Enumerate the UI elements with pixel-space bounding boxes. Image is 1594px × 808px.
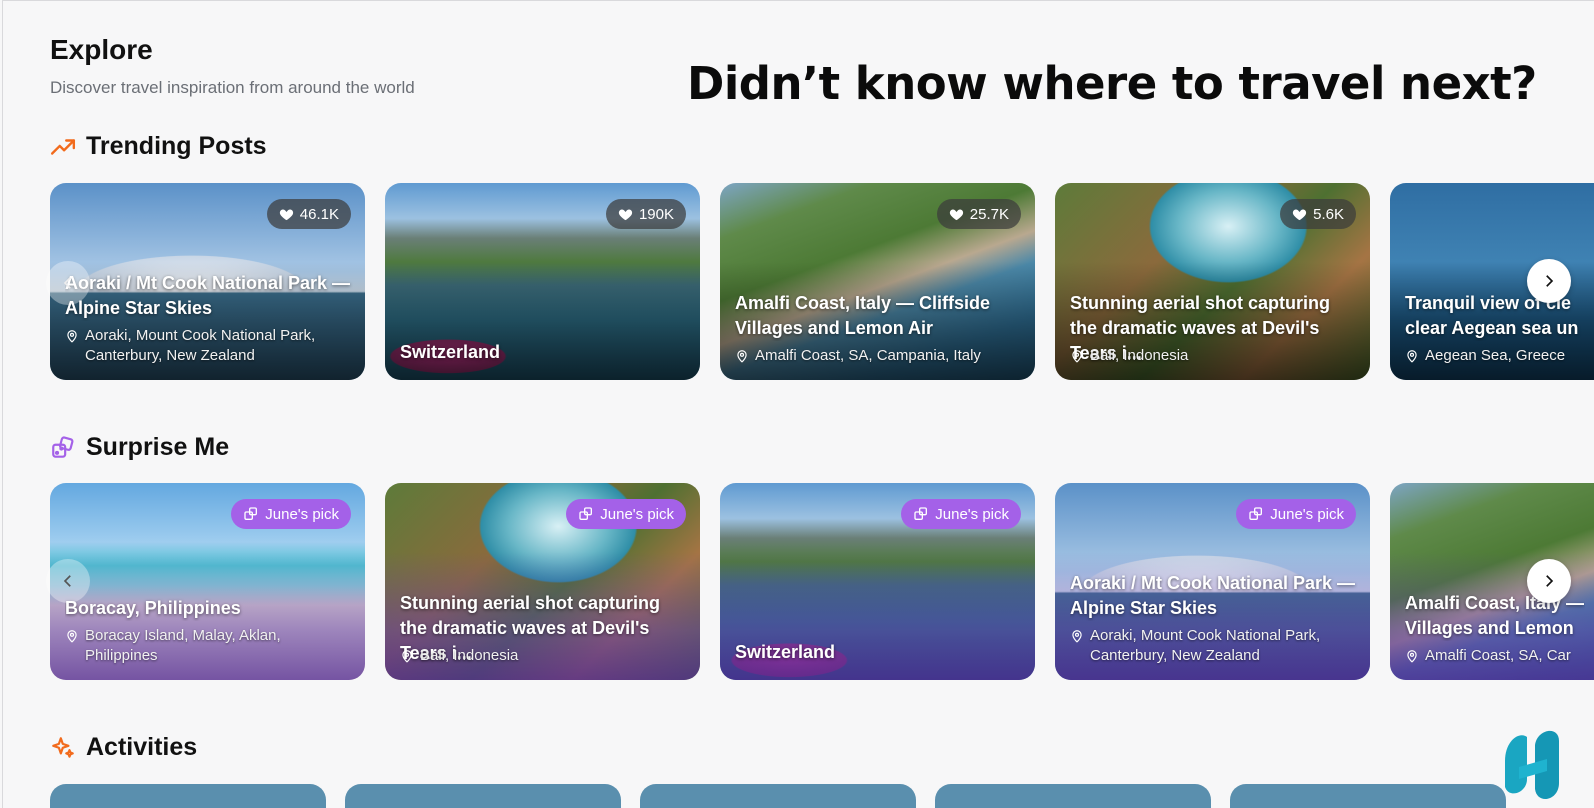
activities-section-title: Activities: [86, 733, 198, 761]
card-location-text: Bali, Indonesia: [420, 647, 519, 664]
explore-page: Explore Discover travel inspiration from…: [2, 0, 1594, 808]
dice-icon: [914, 507, 928, 520]
card-location: Amalfi Coast, SA, Car: [1405, 646, 1594, 666]
brand-logo-icon: [1505, 730, 1559, 800]
card-location: Aegean Sea, Greece: [1405, 346, 1594, 366]
carousel-next-button[interactable]: [1527, 259, 1571, 303]
surprise-section-header: Surprise Me: [50, 433, 229, 462]
card-title: Switzerland: [400, 342, 501, 362]
activity-card[interactable]: [345, 784, 621, 808]
pick-label: June's pick: [600, 505, 674, 523]
like-badge[interactable]: 190K: [605, 199, 686, 229]
chevron-right-icon: [1546, 575, 1554, 587]
trending-up-icon: [50, 138, 76, 155]
trending-carousel: 46.1K Aoraki / Mt Cook National Park — A…: [46, 183, 1594, 380]
like-count: 25.7K: [969, 205, 1009, 223]
card-title: Amalfi Coast, Italy — Cliffside Villages…: [735, 293, 991, 338]
trending-card[interactable]: 190K Switzerland: [385, 183, 700, 380]
card-location: Aoraki, Mount Cook National Park, Canter…: [1070, 626, 1358, 666]
card-location-text: Amalfi Coast, SA, Campania, Italy: [755, 347, 981, 364]
trending-card[interactable]: 46.1K Aoraki / Mt Cook National Park — A…: [50, 183, 365, 380]
pick-badge: June's pick: [231, 499, 351, 529]
chevron-left-icon: [63, 575, 71, 587]
card-location: Boracay Island, Malay, Aklan, Philippine…: [65, 626, 353, 666]
dice-icon: [1249, 507, 1263, 520]
like-count: 46.1K: [299, 205, 339, 223]
activity-card[interactable]: [640, 784, 916, 808]
heart-icon: [1293, 209, 1307, 220]
pick-label: June's pick: [265, 505, 339, 523]
heart-icon: [279, 209, 293, 220]
like-badge[interactable]: 5.6K: [1280, 199, 1356, 229]
card-location-text: Aoraki, Mount Cook National Park, Canter…: [85, 327, 316, 364]
card-title: Aoraki / Mt Cook National Park — Alpine …: [1070, 573, 1356, 618]
pick-badge: June's pick: [901, 499, 1021, 529]
map-pin-icon: [1072, 630, 1082, 643]
surprise-card[interactable]: June's pick Stunning aerial shot capturi…: [385, 483, 700, 680]
dice-icon: [244, 507, 258, 520]
dice-icon: [579, 507, 593, 520]
trending-card[interactable]: 25.7K Amalfi Coast, Italy — Cliffside Vi…: [720, 183, 1035, 380]
promo-headline: Didn’t know where to travel next?: [687, 57, 1537, 110]
chevron-right-icon: [1546, 275, 1554, 287]
map-pin-icon: [67, 330, 77, 343]
carousel-next-button[interactable]: [1527, 559, 1571, 603]
pick-badge: June's pick: [566, 499, 686, 529]
pick-badge: June's pick: [1236, 499, 1356, 529]
surprise-section-title: Surprise Me: [86, 433, 230, 461]
map-pin-icon: [67, 630, 77, 643]
card-location-text: Aoraki, Mount Cook National Park, Canter…: [1090, 627, 1321, 664]
like-count: 5.6K: [1313, 205, 1344, 223]
card-location-text: Bali, Indonesia: [1090, 347, 1189, 364]
card-location: Bali, Indonesia: [1070, 346, 1358, 366]
trending-section-header: Trending Posts: [50, 132, 267, 161]
surprise-carousel: June's pick Boracay, Philippines Boracay…: [46, 483, 1594, 680]
trending-section-title: Trending Posts: [86, 132, 267, 160]
map-pin-icon: [1072, 350, 1082, 363]
carousel-prev-button[interactable]: [46, 261, 90, 305]
pick-label: June's pick: [935, 505, 1009, 523]
map-pin-icon: [737, 350, 747, 363]
card-title: Tranquil view of cle clear Aegean sea un: [1405, 293, 1579, 338]
card-location-text: Amalfi Coast, SA, Car: [1425, 647, 1571, 664]
map-pin-icon: [1407, 650, 1417, 663]
map-pin-icon: [402, 650, 412, 663]
surprise-card[interactable]: June's pick Boracay, Philippines Boracay…: [50, 483, 365, 680]
page-subtitle: Discover travel inspiration from around …: [50, 78, 415, 97]
surprise-card[interactable]: June's pick Switzerland: [720, 483, 1035, 680]
page-title: Explore: [50, 34, 153, 65]
card-location-text: Aegean Sea, Greece: [1425, 347, 1566, 364]
activities-section-header: Activities: [50, 733, 197, 762]
card-location: Aoraki, Mount Cook National Park, Canter…: [65, 326, 353, 366]
heart-icon: [949, 209, 963, 220]
surprise-card[interactable]: June's pick Aoraki / Mt Cook National Pa…: [1055, 483, 1370, 680]
card-location: Bali, Indonesia: [400, 646, 688, 666]
activity-card[interactable]: [1230, 784, 1506, 808]
trending-card[interactable]: 5.6K Stunning aerial shot capturing the …: [1055, 183, 1370, 380]
heart-icon: [618, 209, 633, 220]
like-badge[interactable]: 46.1K: [266, 199, 351, 229]
carousel-prev-button[interactable]: [46, 559, 90, 603]
activity-card[interactable]: [935, 784, 1211, 808]
like-badge[interactable]: 25.7K: [936, 199, 1021, 229]
chevron-left-icon: [63, 277, 71, 289]
like-count: 190K: [638, 205, 674, 223]
pick-label: June's pick: [1270, 505, 1344, 523]
activity-card[interactable]: [50, 784, 326, 808]
map-pin-icon: [1407, 350, 1417, 363]
card-location-text: Boracay Island, Malay, Aklan, Philippine…: [85, 627, 281, 664]
dice-icon: [52, 435, 74, 458]
sparkles-icon: [52, 736, 74, 758]
card-location: Amalfi Coast, SA, Campania, Italy: [735, 346, 1023, 366]
card-title: Switzerland: [735, 642, 836, 662]
card-title: Boracay, Philippines: [65, 598, 241, 618]
card-title: Aoraki / Mt Cook National Park — Alpine …: [65, 273, 351, 318]
